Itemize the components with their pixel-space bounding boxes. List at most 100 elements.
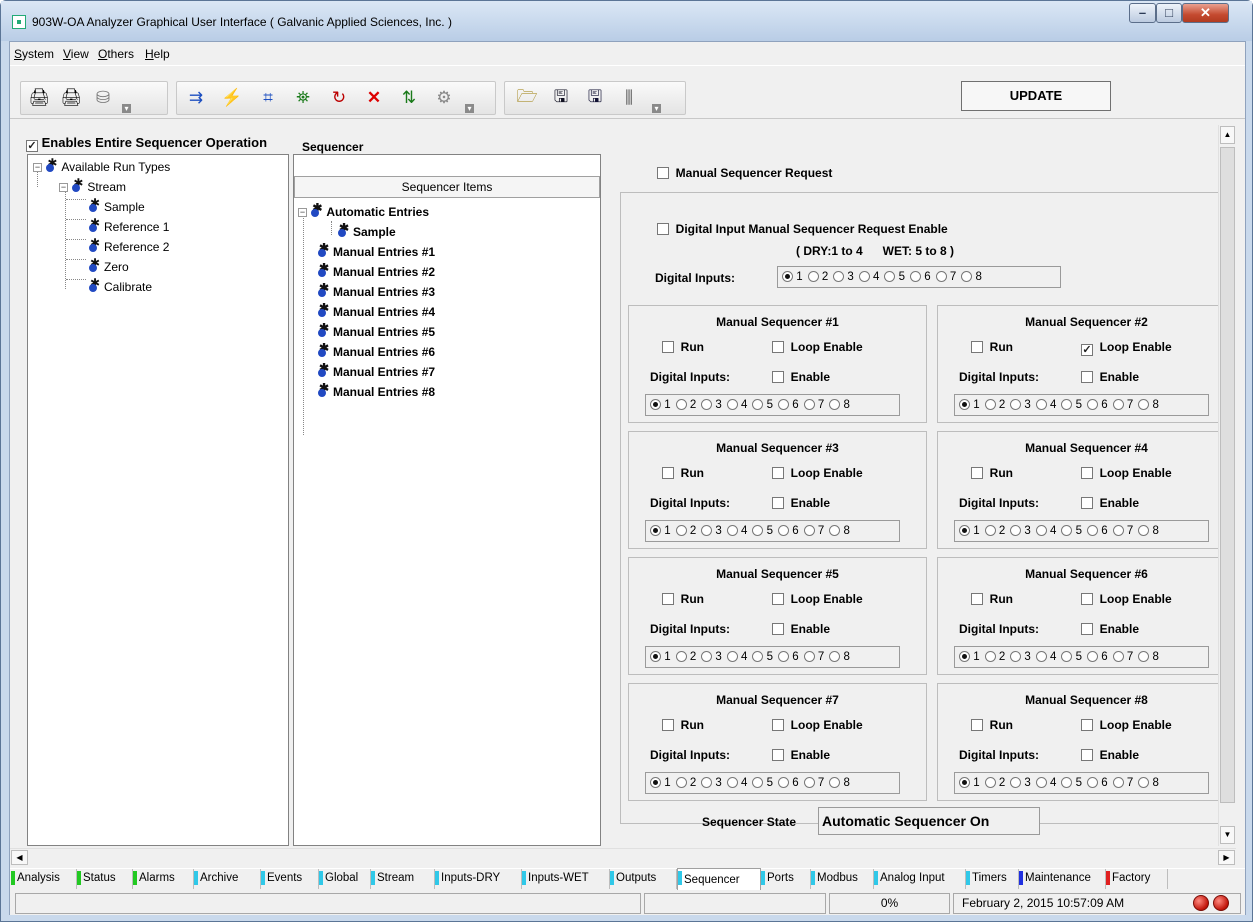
tab-archive[interactable]: Archive <box>194 869 261 889</box>
ms7-radio-7[interactable]: 7 <box>803 777 824 789</box>
tree-node-manual-8[interactable]: Manual Entries #8 <box>317 381 435 399</box>
ms5-radio-2[interactable]: 2 <box>675 651 696 663</box>
ms1-radio-5[interactable]: 5 <box>752 399 773 411</box>
column-icon[interactable]: ⫼ <box>615 85 643 111</box>
manual-sequencer-radio-group[interactable]: 1 2 3 4 5 6 7 8 <box>954 646 1209 668</box>
ms1-radio-7[interactable]: 7 <box>803 399 824 411</box>
tree-node-manual-3[interactable]: Manual Entries #3 <box>317 281 435 299</box>
digital-request-enable-checkbox[interactable]: Digital Input Manual Sequencer Request E… <box>657 222 948 236</box>
tab-timers[interactable]: Timers <box>966 869 1019 889</box>
enables-sequencer-checkbox[interactable]: ✓ Enables Entire Sequencer Operation <box>26 135 267 152</box>
calibrate-icon[interactable]: ⚡ <box>218 85 246 111</box>
tree-node-manual-7[interactable]: Manual Entries #7 <box>317 361 435 379</box>
tab-analysis[interactable]: Analysis <box>11 869 77 889</box>
save-as-icon[interactable]: 🖫 <box>581 85 609 111</box>
run-checkbox[interactable]: Run <box>971 466 1013 480</box>
ms1-radio-8[interactable]: 8 <box>829 399 850 411</box>
tab-sequencer[interactable]: Sequencer <box>677 868 761 890</box>
loop-enable-checkbox[interactable]: ✓ Loop Enable <box>1081 340 1172 356</box>
tab-maintenance[interactable]: Maintenance <box>1019 869 1106 889</box>
ms5-radio-7[interactable]: 7 <box>803 651 824 663</box>
chevron-down-icon[interactable]: ▾ <box>122 104 131 113</box>
loop-enable-checkbox[interactable]: Loop Enable <box>1081 592 1172 606</box>
tab-ports[interactable]: Ports <box>761 869 811 889</box>
ms3-radio-1[interactable]: 1 <box>650 525 671 537</box>
ms6-radio-5[interactable]: 5 <box>1061 651 1082 663</box>
tree-node-auto-sample[interactable]: Sample <box>337 221 396 239</box>
scroll-up-icon[interactable]: ▲ <box>1220 126 1235 144</box>
chevron-down-icon[interactable]: ▾ <box>652 104 661 113</box>
collapse-icon[interactable]: − <box>59 183 68 192</box>
ms2-radio-7[interactable]: 7 <box>1112 399 1133 411</box>
ms5-radio-3[interactable]: 3 <box>701 651 722 663</box>
ms1-radio-1[interactable]: 1 <box>650 399 671 411</box>
menu-view[interactable]: View <box>63 47 89 61</box>
manual-sequencer-radio-group[interactable]: 1 2 3 4 5 6 7 8 <box>954 520 1209 542</box>
ms7-radio-3[interactable]: 3 <box>701 777 722 789</box>
menu-others[interactable]: Others <box>98 47 134 61</box>
manual-sequencer-radio-group[interactable]: 1 2 3 4 5 6 7 8 <box>954 394 1209 416</box>
ms8-radio-1[interactable]: 1 <box>959 777 980 789</box>
chevron-down-icon[interactable]: ▾ <box>465 104 474 113</box>
ms1-radio-6[interactable]: 6 <box>778 399 799 411</box>
run-checkbox[interactable]: Run <box>662 340 704 354</box>
tab-inputs-dry[interactable]: Inputs-DRY <box>435 869 522 889</box>
run-checkbox[interactable]: Run <box>662 718 704 732</box>
digital-request-radio-2[interactable]: 2 <box>807 271 828 283</box>
tree-node-manual-4[interactable]: Manual Entries #4 <box>317 301 435 319</box>
manual-sequencer-radio-group[interactable]: 1 2 3 4 5 6 7 8 <box>645 520 900 542</box>
ms4-radio-3[interactable]: 3 <box>1010 525 1031 537</box>
update-button[interactable]: UPDATE <box>961 81 1111 111</box>
run-checkbox[interactable]: Run <box>971 718 1013 732</box>
scroll-thumb[interactable] <box>1220 147 1235 803</box>
digital-request-radio-6[interactable]: 6 <box>910 271 931 283</box>
ms8-radio-8[interactable]: 8 <box>1138 777 1159 789</box>
manual-sequencer-radio-group[interactable]: 1 2 3 4 5 6 7 8 <box>645 394 900 416</box>
vertical-scrollbar[interactable]: ▲ ▼ <box>1218 125 1236 846</box>
enable-checkbox[interactable]: Enable <box>1081 370 1139 384</box>
manual-sequencer-radio-group[interactable]: 1 2 3 4 5 6 7 8 <box>954 772 1209 794</box>
ms7-radio-4[interactable]: 4 <box>726 777 747 789</box>
run-checkbox[interactable]: Run <box>662 466 704 480</box>
ms7-radio-6[interactable]: 6 <box>778 777 799 789</box>
manual-sequencer-request-checkbox[interactable]: Manual Sequencer Request <box>657 166 832 180</box>
tree-node-manual-5[interactable]: Manual Entries #5 <box>317 321 435 339</box>
sample-flow-icon[interactable]: ⇉ <box>182 85 210 111</box>
ms6-radio-2[interactable]: 2 <box>984 651 1005 663</box>
run-checkbox[interactable]: Run <box>662 592 704 606</box>
loop-enable-checkbox[interactable]: Loop Enable <box>772 340 863 354</box>
tree-node-manual-2[interactable]: Manual Entries #2 <box>317 261 435 279</box>
ms3-radio-4[interactable]: 4 <box>726 525 747 537</box>
printer-color-icon[interactable]: 🖨 <box>57 85 85 111</box>
digital-request-radio-7[interactable]: 7 <box>935 271 956 283</box>
ms8-radio-4[interactable]: 4 <box>1035 777 1056 789</box>
tab-status[interactable]: Status <box>77 869 133 889</box>
digital-request-radio-1[interactable]: 1 <box>782 271 803 283</box>
drive-icon[interactable]: ⛁ <box>89 85 117 111</box>
ms2-radio-3[interactable]: 3 <box>1010 399 1031 411</box>
loop-enable-checkbox[interactable]: Loop Enable <box>1081 718 1172 732</box>
ms7-radio-1[interactable]: 1 <box>650 777 671 789</box>
menu-help[interactable]: Help <box>145 47 170 61</box>
tab-events[interactable]: Events <box>261 869 319 889</box>
collapse-icon[interactable]: − <box>298 208 307 217</box>
run-types-tree[interactable]: − Available Run Types − Stream Sample Re… <box>27 154 289 846</box>
close-button[interactable]: ✕ <box>1182 3 1229 23</box>
ms5-radio-5[interactable]: 5 <box>752 651 773 663</box>
scroll-right-icon[interactable]: ▶ <box>1218 850 1235 865</box>
ms6-radio-6[interactable]: 6 <box>1087 651 1108 663</box>
minimize-button[interactable]: – <box>1129 3 1156 23</box>
ms6-radio-4[interactable]: 4 <box>1035 651 1056 663</box>
tree-node-calibrate[interactable]: Calibrate <box>88 276 152 294</box>
comm-icon[interactable]: ⚙ <box>430 85 458 111</box>
ms2-radio-4[interactable]: 4 <box>1035 399 1056 411</box>
horizontal-scrollbar[interactable]: ◀ ▶ <box>10 848 1236 865</box>
ms2-radio-5[interactable]: 5 <box>1061 399 1082 411</box>
ms5-radio-6[interactable]: 6 <box>778 651 799 663</box>
ms7-radio-8[interactable]: 8 <box>829 777 850 789</box>
stop-icon[interactable]: ✕ <box>360 85 388 111</box>
ms2-radio-2[interactable]: 2 <box>984 399 1005 411</box>
ms2-radio-6[interactable]: 6 <box>1087 399 1108 411</box>
ms4-radio-2[interactable]: 2 <box>984 525 1005 537</box>
digital-request-radio-8[interactable]: 8 <box>961 271 982 283</box>
